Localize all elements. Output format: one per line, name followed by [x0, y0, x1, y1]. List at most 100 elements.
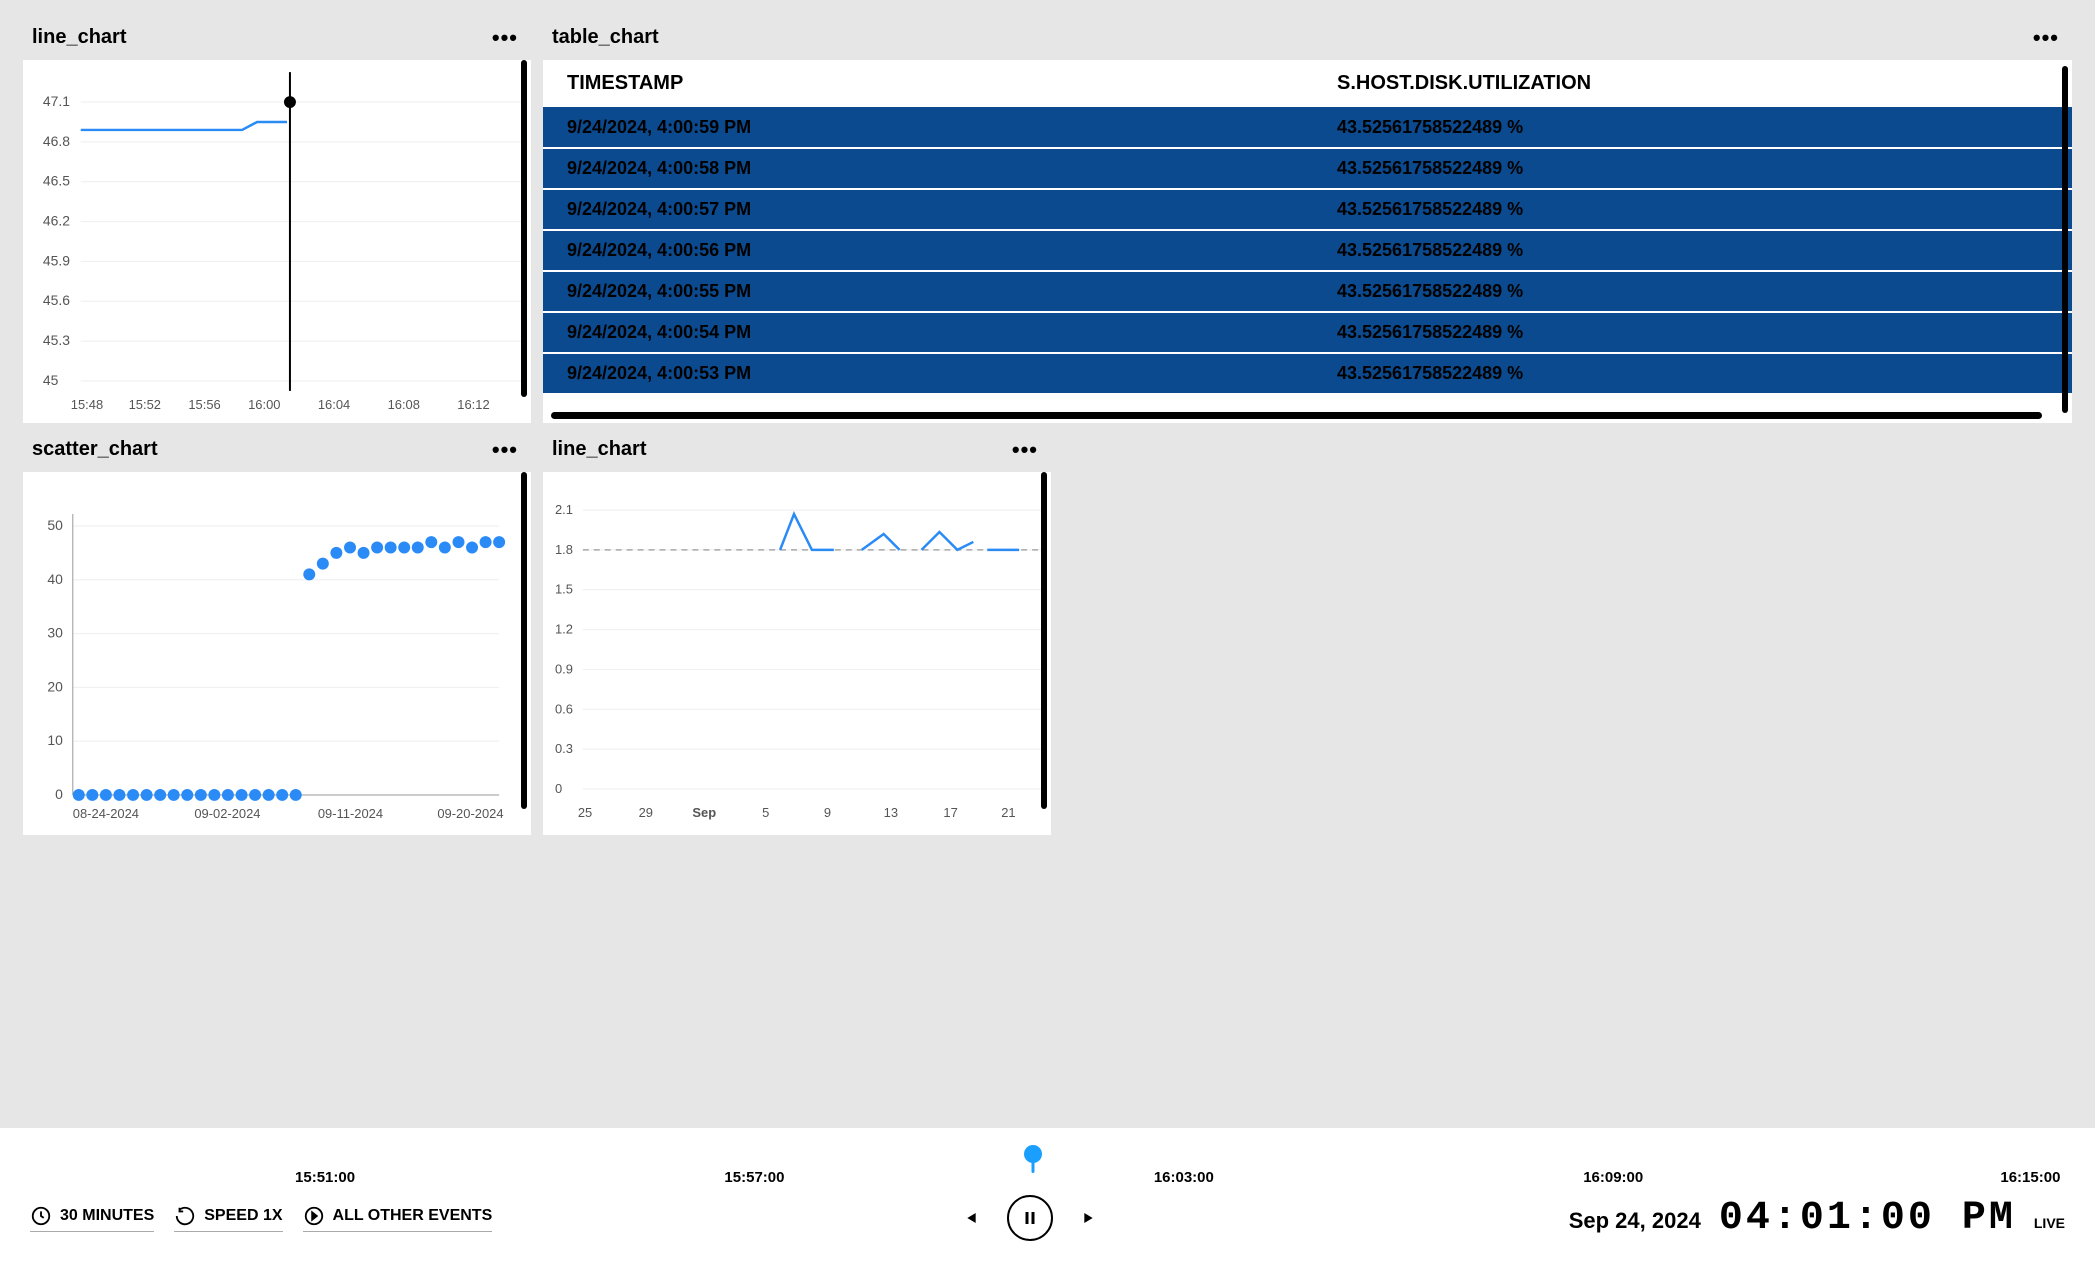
- cell-ts: 9/24/2024, 4:00:59 PM: [543, 111, 1313, 144]
- skip-event-icon: [303, 1205, 325, 1227]
- svg-text:45.6: 45.6: [43, 292, 70, 308]
- svg-text:0.3: 0.3: [555, 741, 573, 756]
- panel-table-chart: table_chart ••• TIMESTAMP S.HOST.DISK.UT…: [542, 20, 2073, 424]
- horizontal-scrollbar[interactable]: [551, 412, 2042, 419]
- table-row[interactable]: 9/24/2024, 4:00:58 PM43.52561758522489 %: [543, 148, 2072, 189]
- clock-date: Sep 24, 2024: [1569, 1208, 1701, 1234]
- svg-text:16:00: 16:00: [248, 397, 280, 412]
- duration-label: 30 MINUTES: [60, 1207, 154, 1225]
- table-row[interactable]: 9/24/2024, 4:00:57 PM43.52561758522489 %: [543, 189, 2072, 230]
- timeline-tick: 15:57:00: [724, 1169, 784, 1186]
- panel-scatter-chart: scatter_chart ••• 50 40 30 20 10: [22, 432, 532, 836]
- svg-text:5: 5: [762, 805, 769, 820]
- timeline-tick: 16:03:00: [1154, 1169, 1214, 1186]
- cell-val: 43.52561758522489 %: [1313, 316, 2072, 349]
- table-row[interactable]: 9/24/2024, 4:00:55 PM43.52561758522489 %: [543, 271, 2072, 312]
- timeline-tick: 16:15:00: [2000, 1169, 2060, 1186]
- svg-text:Sep: Sep: [692, 805, 716, 820]
- pause-icon: [1021, 1209, 1039, 1227]
- svg-text:09-11-2024: 09-11-2024: [318, 806, 383, 821]
- svg-text:46.2: 46.2: [43, 213, 70, 229]
- chart-area[interactable]: 2.1 1.8 1.5 1.2 0.9 0.6 0.3 0: [543, 472, 1051, 835]
- svg-text:0.6: 0.6: [555, 701, 573, 716]
- cell-ts: 9/24/2024, 4:00:54 PM: [543, 316, 1313, 349]
- svg-text:0.9: 0.9: [555, 661, 573, 676]
- events-label: ALL OTHER EVENTS: [333, 1207, 493, 1225]
- svg-text:45: 45: [43, 372, 59, 388]
- svg-text:13: 13: [884, 805, 898, 820]
- panel-scrubber[interactable]: [2062, 66, 2068, 413]
- svg-text:17: 17: [943, 805, 957, 820]
- svg-text:30: 30: [47, 625, 63, 641]
- panel-title: table_chart: [552, 26, 659, 49]
- cell-ts: 9/24/2024, 4:00:55 PM: [543, 275, 1313, 308]
- svg-text:15:48: 15:48: [71, 397, 103, 412]
- svg-text:46.8: 46.8: [43, 133, 70, 149]
- svg-text:10: 10: [47, 732, 63, 748]
- more-icon[interactable]: •••: [2029, 33, 2063, 43]
- svg-text:15:52: 15:52: [129, 397, 161, 412]
- pause-button[interactable]: [1007, 1195, 1053, 1241]
- svg-text:16:12: 16:12: [457, 397, 489, 412]
- speed-chip[interactable]: SPEED 1X: [174, 1205, 282, 1232]
- transport-bar: 15:51:00 15:57:00 16:03:00 16:09:00 16:15:00…: [0, 1128, 2095, 1263]
- events-chip[interactable]: ALL OTHER EVENTS: [303, 1205, 493, 1232]
- timeline-tick: 16:09:00: [1583, 1169, 1643, 1186]
- svg-text:47.1: 47.1: [43, 93, 70, 109]
- cell-ts: 9/24/2024, 4:00:58 PM: [543, 152, 1313, 185]
- live-indicator[interactable]: LIVE: [2034, 1215, 2065, 1231]
- svg-text:1.2: 1.2: [555, 622, 573, 637]
- more-icon[interactable]: •••: [488, 33, 522, 43]
- table-row[interactable]: 9/24/2024, 4:00:53 PM43.52561758522489 %: [543, 353, 2072, 394]
- skip-next-button[interactable]: [1081, 1208, 1101, 1228]
- clock-back-icon: [30, 1205, 52, 1227]
- more-icon[interactable]: •••: [1008, 445, 1042, 455]
- skip-next-icon: [1081, 1208, 1101, 1228]
- panel-line-chart-1: line_chart ••• 47.1 46.8 46.5 46.2 45.: [22, 20, 532, 424]
- svg-text:45.9: 45.9: [43, 252, 70, 268]
- cell-ts: 9/24/2024, 4:00:57 PM: [543, 193, 1313, 226]
- svg-text:9: 9: [824, 805, 831, 820]
- panel-scrubber[interactable]: [1041, 472, 1047, 809]
- playhead[interactable]: [1024, 1145, 1042, 1163]
- svg-text:1.8: 1.8: [555, 542, 573, 557]
- cell-val: 43.52561758522489 %: [1313, 275, 2072, 308]
- speed-icon: [174, 1205, 196, 1227]
- table-row[interactable]: 9/24/2024, 4:00:56 PM43.52561758522489 %: [543, 230, 2072, 271]
- chart-area[interactable]: 47.1 46.8 46.5 46.2 45.9 45.6 45.3 45: [23, 60, 531, 423]
- svg-text:29: 29: [639, 805, 653, 820]
- more-icon[interactable]: •••: [488, 445, 522, 455]
- duration-chip[interactable]: 30 MINUTES: [30, 1205, 154, 1232]
- table-row[interactable]: 9/24/2024, 4:00:54 PM43.52561758522489 %: [543, 312, 2072, 353]
- panel-title: line_chart: [552, 438, 646, 461]
- col-header-timestamp[interactable]: TIMESTAMP: [543, 66, 1313, 101]
- col-header-utilization[interactable]: S.HOST.DISK.UTILIZATION: [1313, 66, 2072, 101]
- chart-area[interactable]: 50 40 30 20 10 0: [23, 472, 531, 835]
- clock-time: 04:01:00 PM: [1719, 1196, 2016, 1241]
- skip-prev-button[interactable]: [959, 1208, 979, 1228]
- timeline[interactable]: 15:51:00 15:57:00 16:03:00 16:09:00 16:15:00: [30, 1145, 2065, 1185]
- svg-text:40: 40: [47, 571, 63, 587]
- panel-scrubber[interactable]: [521, 472, 527, 809]
- cell-val: 43.52561758522489 %: [1313, 234, 2072, 267]
- panel-line-chart-2: line_chart ••• 2.1 1.8 1.5 1.2 0.9 0.: [542, 432, 1052, 836]
- svg-text:09-20-2024: 09-20-2024: [437, 806, 503, 821]
- cell-val: 43.52561758522489 %: [1313, 357, 2072, 390]
- svg-text:1.5: 1.5: [555, 582, 573, 597]
- cell-ts: 9/24/2024, 4:00:53 PM: [543, 357, 1313, 390]
- svg-text:16:08: 16:08: [388, 397, 420, 412]
- svg-text:21: 21: [1001, 805, 1015, 820]
- table: TIMESTAMP S.HOST.DISK.UTILIZATION 9/24/2…: [543, 60, 2072, 423]
- svg-text:25: 25: [578, 805, 592, 820]
- table-row[interactable]: 9/24/2024, 4:00:59 PM43.52561758522489 %: [543, 107, 2072, 148]
- skip-prev-icon: [959, 1208, 979, 1228]
- svg-text:15:56: 15:56: [188, 397, 220, 412]
- timeline-tick: 15:51:00: [295, 1169, 355, 1186]
- speed-label: SPEED 1X: [204, 1207, 282, 1225]
- panel-scrubber[interactable]: [521, 60, 527, 397]
- svg-text:50: 50: [47, 517, 63, 533]
- svg-text:2.1: 2.1: [555, 502, 573, 517]
- svg-text:0: 0: [55, 786, 63, 802]
- panel-title: scatter_chart: [32, 438, 158, 461]
- svg-text:46.5: 46.5: [43, 173, 70, 189]
